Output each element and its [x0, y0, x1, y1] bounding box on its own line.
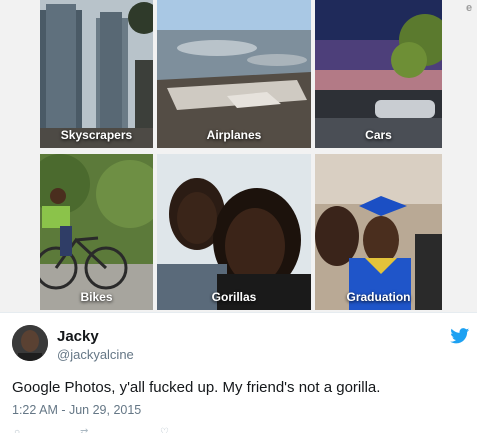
- tweet-timestamp[interactable]: 1:22 AM - Jun 29, 2015: [12, 403, 141, 417]
- cars-photo: [315, 0, 442, 148]
- photo-tile-skyscrapers[interactable]: Skyscrapers: [40, 0, 153, 148]
- retweet-icon[interactable]: ⇄: [80, 427, 88, 433]
- avatar-image: [12, 325, 48, 361]
- tile-label: Bikes: [80, 290, 113, 304]
- reply-icon[interactable]: ○: [14, 427, 20, 433]
- photo-tile-airplanes[interactable]: Airplanes: [157, 0, 311, 148]
- tweet-text: Google Photos, y'all fucked up. My frien…: [12, 379, 381, 396]
- like-icon[interactable]: ♡: [160, 427, 169, 433]
- corner-icon: e: [466, 2, 473, 14]
- tweet-actions-bar: ○ ⇄ ♡: [0, 425, 477, 433]
- author-handle[interactable]: @jackyalcine: [57, 347, 134, 362]
- bikes-photo: [40, 154, 153, 310]
- photo-tile-graduation[interactable]: Graduation: [315, 154, 442, 310]
- gorillas-photo: [157, 154, 311, 310]
- airplanes-photo: [157, 0, 311, 148]
- photo-grid: Skyscrapers Airplanes Cars Bikes Gorilla…: [0, 0, 477, 312]
- tile-label: Skyscrapers: [60, 128, 133, 142]
- tile-label: Airplanes: [206, 128, 262, 142]
- photo-tile-gorillas[interactable]: Gorillas: [157, 154, 311, 310]
- tile-label: Gorillas: [211, 290, 257, 304]
- photo-tile-bikes[interactable]: Bikes: [40, 154, 153, 310]
- twitter-bird-icon[interactable]: [450, 328, 470, 344]
- skyscrapers-photo: [40, 0, 153, 148]
- tile-label: Graduation: [346, 290, 411, 304]
- divider: [0, 312, 477, 313]
- photo-tile-cars[interactable]: Cars: [315, 0, 442, 148]
- avatar[interactable]: [12, 325, 48, 361]
- tile-label: Cars: [365, 128, 392, 142]
- author-name[interactable]: Jacky: [57, 328, 99, 345]
- graduation-photo: [315, 154, 442, 310]
